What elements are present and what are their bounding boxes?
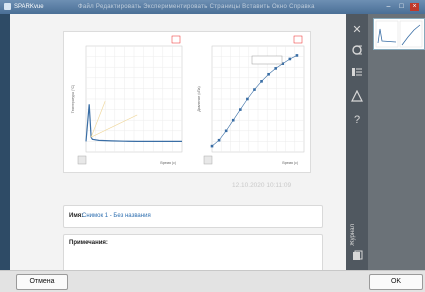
timestamp: 12.10.2020 10:11:09 xyxy=(232,182,292,189)
notes-label: Примечания: xyxy=(69,240,108,246)
window-title: SPARKvue xyxy=(14,4,44,10)
name-field[interactable]: Имя: Снимок 1 - Без названия xyxy=(63,205,323,228)
title-bar: SPARKvue Файл Редактировать Эксперименти… xyxy=(0,0,425,14)
menu-bar[interactable]: Файл Редактировать Экспериментировать Ст… xyxy=(78,0,315,14)
cancel-button[interactable]: Отмена xyxy=(16,274,68,290)
journal-thumbnails xyxy=(368,14,425,270)
data-point xyxy=(295,54,299,57)
close-icon[interactable]: ✕ xyxy=(351,24,363,36)
bottom-bar: Отмена OK xyxy=(0,270,425,292)
triangle-icon[interactable] xyxy=(351,89,363,102)
graph-corner-button xyxy=(293,35,303,44)
graph-tool-button xyxy=(77,155,87,165)
tooltip-box xyxy=(251,55,283,65)
snapshot-dialog: Температура (°C) Время (с) Давление (кПа) В… xyxy=(10,14,346,278)
x-axis-label: Время (с) xyxy=(282,161,298,165)
x-axis-label: Время (с) xyxy=(160,161,176,165)
app-icon xyxy=(4,3,11,10)
tool-panel: ✕ ? Журнал xyxy=(346,14,368,270)
graphs-svg: Температура (°C) Время (с) Давление (кПа) В… xyxy=(71,35,305,165)
y-axis-label: Температура (°C) xyxy=(71,85,75,113)
close-window-button[interactable]: × xyxy=(410,3,419,11)
list-icon[interactable] xyxy=(351,66,363,78)
maximize-button[interactable]: □ xyxy=(397,3,406,11)
align-icon[interactable] xyxy=(351,44,363,56)
snapshot-thumbnail[interactable] xyxy=(373,18,425,50)
graph-snapshot: Температура (°C) Время (с) Давление (кПа) В… xyxy=(63,31,311,173)
y-axis-label: Давление (кПа) xyxy=(197,86,201,111)
ok-button[interactable]: OK xyxy=(369,274,423,290)
help-icon[interactable]: ? xyxy=(351,114,363,126)
journal-book-icon[interactable] xyxy=(351,250,363,262)
name-value[interactable]: Снимок 1 - Без названия xyxy=(82,206,151,227)
journal-tab[interactable]: Журнал xyxy=(350,224,364,246)
graph-tool-button xyxy=(203,155,213,165)
graph-corner-button xyxy=(171,35,181,44)
minimize-button[interactable]: – xyxy=(384,3,393,11)
left-strip xyxy=(0,14,10,291)
